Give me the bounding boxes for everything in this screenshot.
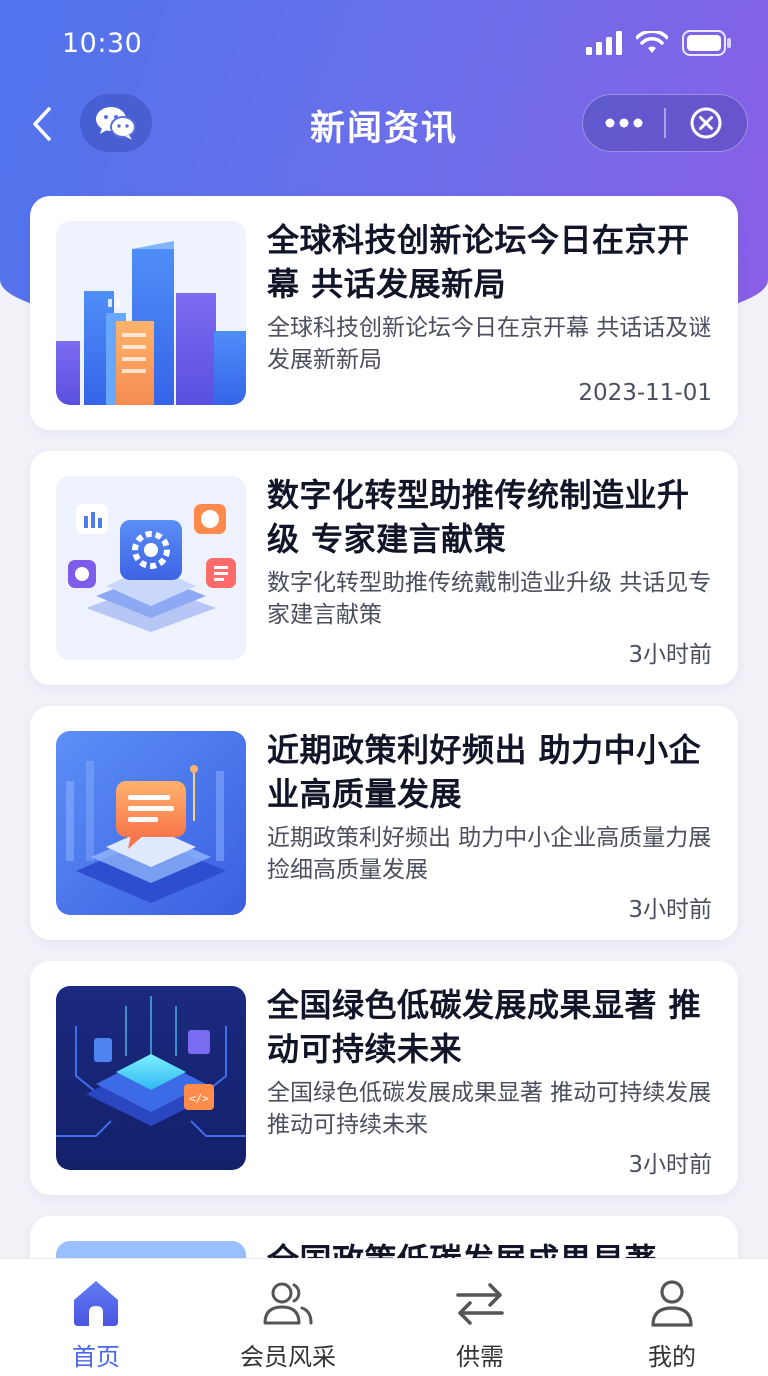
news-card[interactable]: 数字化转型助推传统制造业升级 专家建言献策 数字化转型助推传统戴制造业升级 共话… [30, 451, 738, 685]
news-time: 3小时前 [628, 897, 712, 923]
news-title: 近期政策利好频出 助力中小企业高质量发展 [267, 731, 702, 813]
news-list: 全球科技创新论坛今日在京开幕 共话发展新局 全球科技创新论坛今日在京开幕 共话话… [30, 196, 738, 1317]
tab-supply-demand[interactable]: 供需 [384, 1259, 576, 1376]
status-time: 10:30 [62, 28, 143, 59]
signal-icon [586, 31, 622, 55]
tab-label: 供需 [456, 1343, 504, 1371]
tab-home[interactable]: 首页 [0, 1259, 192, 1376]
news-title: 数字化转型助推传统制造业升级 专家建言献策 [267, 476, 690, 558]
news-card[interactable]: 全球科技创新论坛今日在京开幕 共话发展新局 全球科技创新论坛今日在京开幕 共话话… [30, 196, 738, 430]
tab-profile[interactable]: 我的 [576, 1259, 768, 1376]
svg-text:</>: </> [189, 1092, 209, 1105]
close-button[interactable] [666, 95, 747, 151]
news-summary: 全国绿色低碳发展成果显著 推动可持续发展推动可持续未来 [267, 1080, 712, 1138]
chat-platform-image [56, 731, 246, 915]
close-circle-icon [690, 107, 722, 139]
exchange-arrows-icon [452, 1275, 508, 1331]
tab-label: 会员风采 [240, 1343, 336, 1371]
mini-program-capsule [582, 94, 748, 152]
news-card[interactable]: 近期政策利好频出 助力中小企业高质量发展 近期政策利好频出 助力中小企业高质量力… [30, 706, 738, 940]
news-summary: 全球科技创新论坛今日在京开幕 共话话及谜发展新新局 [267, 315, 712, 373]
city-buildings-image [56, 221, 246, 405]
wifi-icon [636, 31, 668, 53]
news-time: 3小时前 [628, 1152, 712, 1178]
more-button[interactable] [583, 95, 664, 151]
tab-label: 我的 [648, 1343, 696, 1371]
more-dots-icon [605, 118, 643, 128]
home-icon [68, 1275, 124, 1331]
circuit-chip-image: </> [56, 986, 246, 1170]
status-icons [586, 30, 732, 56]
news-time: 2023-11-01 [578, 380, 712, 406]
news-summary: 数字化转型助推传统戴制造业升级 共话见专家建言献策 [267, 570, 712, 628]
profile-icon [644, 1275, 700, 1331]
news-time: 3小时前 [628, 642, 712, 668]
status-bar: 10:30 [0, 0, 768, 90]
battery-icon [682, 30, 731, 56]
members-icon [260, 1275, 316, 1331]
digital-gear-image [56, 476, 246, 660]
news-title: 全国绿色低碳发展成果显著 推动可持续未来 [267, 986, 702, 1068]
navbar: 新闻资讯 [0, 92, 768, 156]
tab-members[interactable]: 会员风采 [192, 1259, 384, 1376]
news-summary: 近期政策利好频出 助力中小企业高质量力展捡细高质量发展 [267, 825, 712, 883]
tab-bar: 首页 会员风采 供需 我的 [0, 1258, 768, 1376]
tab-label: 首页 [72, 1343, 120, 1371]
news-card[interactable]: </> 全国绿色低碳发展成果显著 推动可持续未来 全国绿色低碳发展成果显著 推动… [30, 961, 738, 1195]
news-title: 全球科技创新论坛今日在京开幕 共话发展新局 [267, 221, 690, 303]
